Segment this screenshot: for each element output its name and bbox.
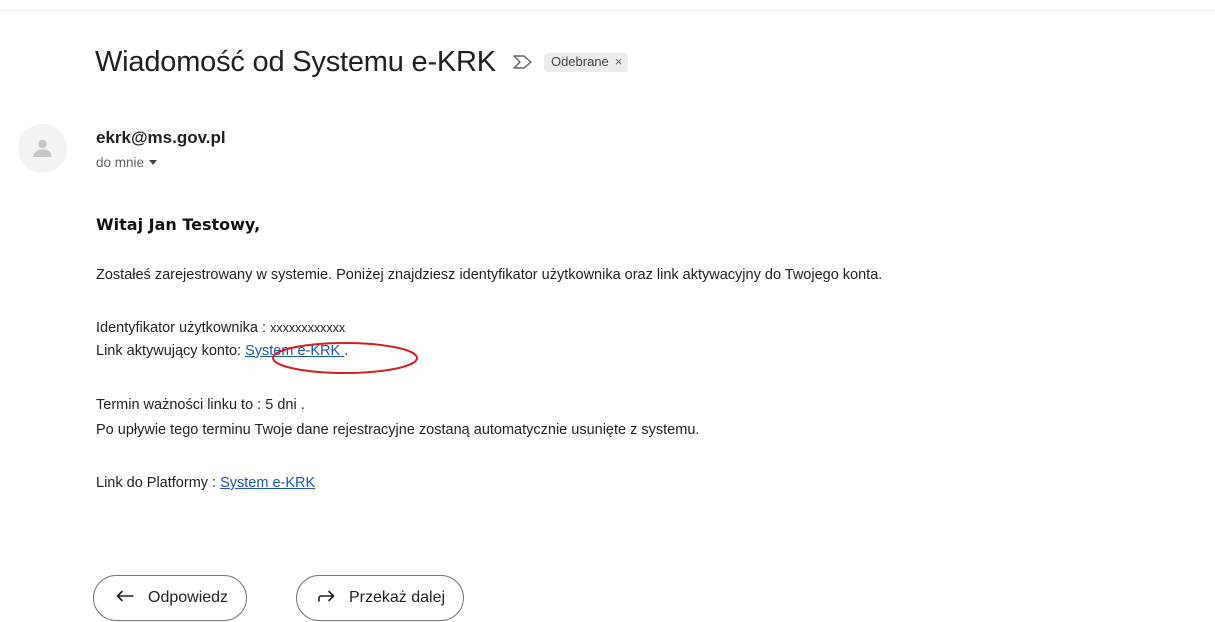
recipient-label: do mnie: [96, 155, 145, 170]
reply-button[interactable]: Odpowiedz: [93, 575, 248, 621]
sender-address[interactable]: ekrk@ms.gov.pl: [96, 128, 226, 148]
reply-label: Odpowiedz: [148, 589, 229, 606]
email-view: Wiadomość od Systemu e-KRK Odebrane × ek…: [0, 0, 1215, 622]
user-id-line: Identyfikator użytkownika : xxxxxxxxxxxx: [96, 320, 345, 336]
activation-line: Link aktywujący konto: System e-KRK .: [96, 343, 348, 359]
validity-text: Termin ważności linku to : 5 dni .: [96, 397, 305, 413]
expiry-note: Po upływie tego terminu Twoje dane rejes…: [96, 422, 700, 438]
greeting: Witaj Jan Testowy,: [96, 215, 261, 234]
subject-row: Wiadomość od Systemu e-KRK Odebrane ×: [95, 42, 629, 82]
importance-marker-icon[interactable]: [512, 54, 534, 70]
avatar[interactable]: [18, 124, 67, 173]
forward-icon: [317, 589, 335, 608]
user-id-value: xxxxxxxxxxxx: [270, 321, 346, 335]
label-chip-inbox[interactable]: Odebrane ×: [543, 52, 629, 72]
activation-link[interactable]: System e-KRK: [245, 343, 344, 359]
activation-separator: :: [237, 343, 246, 359]
forward-label: Przekaż dalej: [349, 589, 446, 606]
chevron-down-icon[interactable]: [149, 160, 158, 165]
platform-link[interactable]: System e-KRK: [220, 475, 315, 491]
label-chip-text: Odebrane: [550, 54, 609, 69]
reply-icon: [116, 589, 134, 608]
divider: [0, 10, 1215, 11]
email-subject: Wiadomość od Systemu e-KRK: [95, 45, 496, 78]
platform-line: Link do Platformy : System e-KRK: [96, 475, 315, 491]
forward-button[interactable]: Przekaż dalej: [296, 575, 465, 621]
activation-label: Link aktywujący konto: [96, 343, 238, 359]
platform-label: Link do Platformy :: [96, 475, 221, 491]
recipient-details-toggle[interactable]: do mnie: [96, 155, 158, 170]
person-icon: [33, 139, 52, 157]
intro-text: Zostałeś zarejestrowany w systemie. Poni…: [96, 267, 883, 283]
activation-period: .: [344, 343, 349, 359]
remove-label-button[interactable]: ×: [615, 54, 623, 69]
user-id-label: Identyfikator użytkownika :: [96, 320, 271, 336]
